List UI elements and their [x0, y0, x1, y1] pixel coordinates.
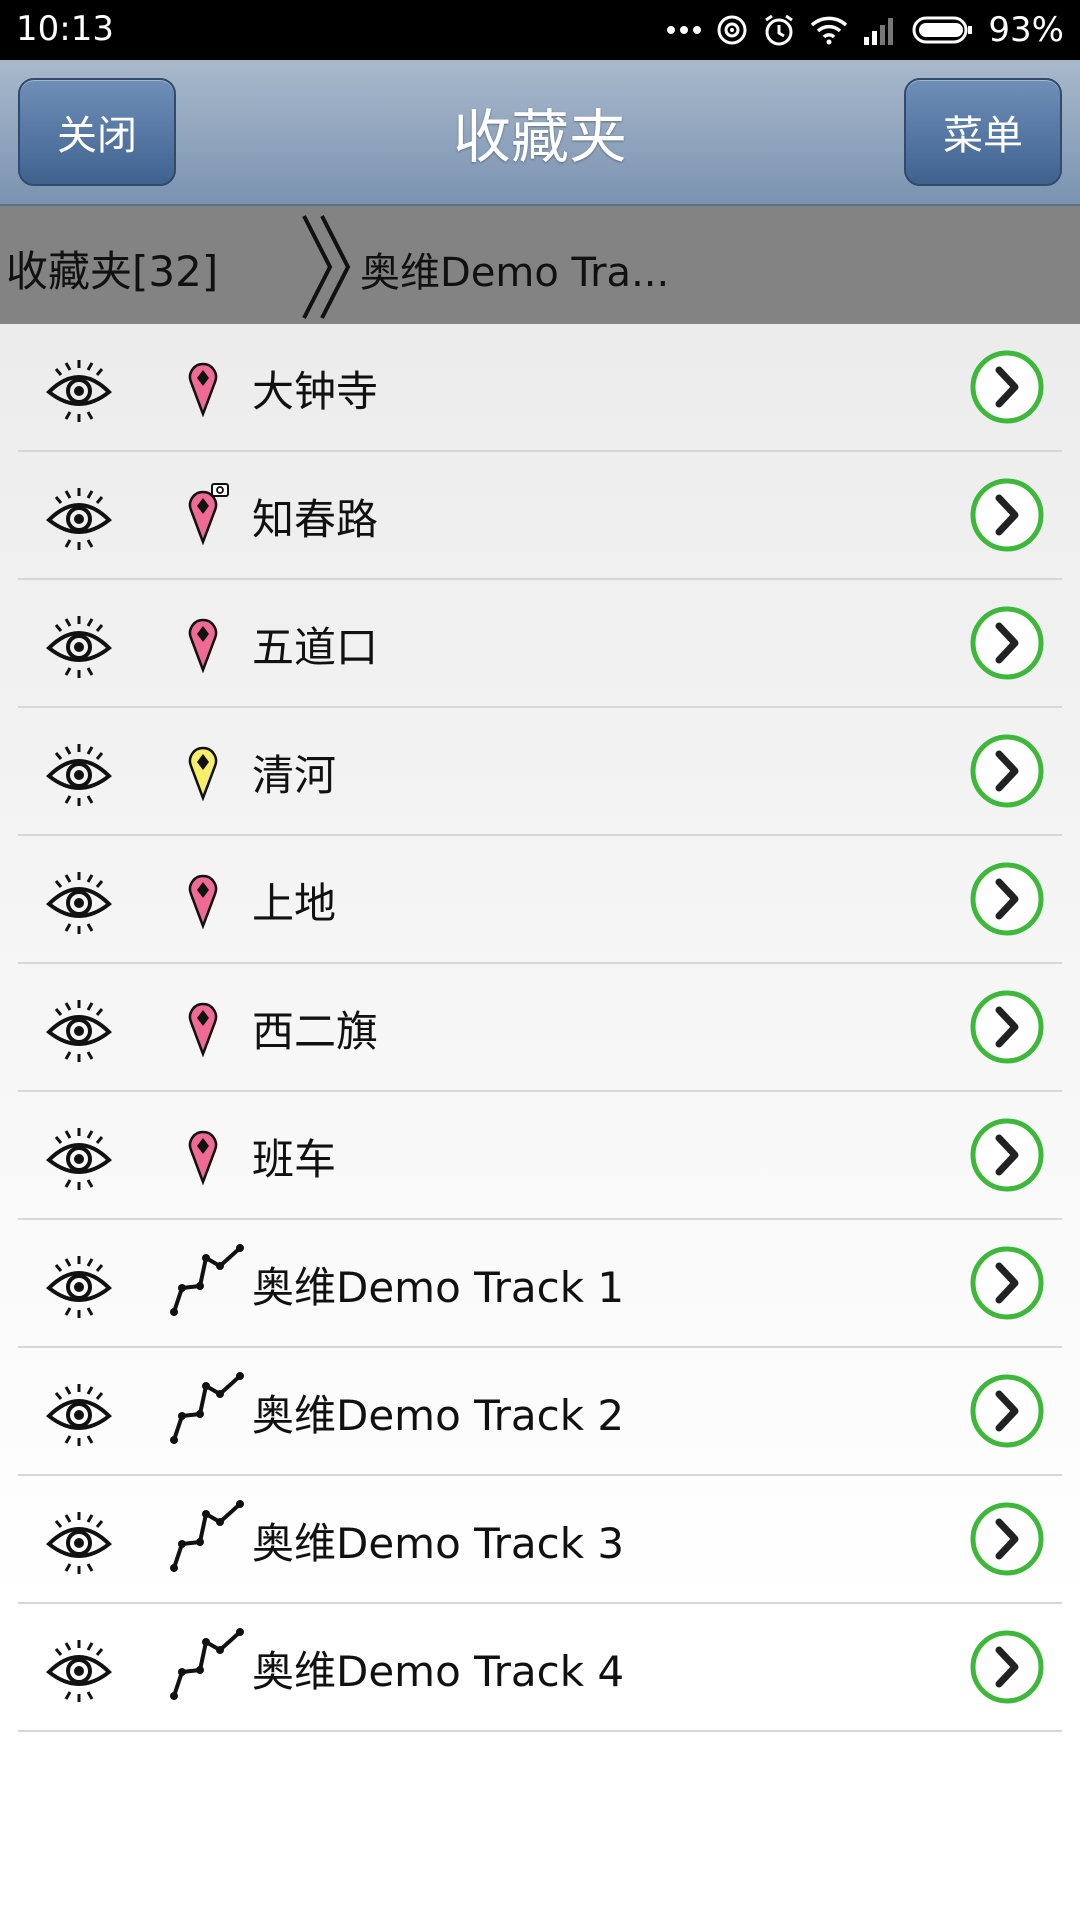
close-button[interactable]: 关闭 — [18, 78, 176, 186]
list-item[interactable]: 班车 — [18, 1092, 1062, 1220]
eye-icon[interactable] — [44, 738, 114, 812]
list-item[interactable]: 清河 — [18, 708, 1062, 836]
list-item[interactable]: 大钟寺 — [18, 324, 1062, 452]
chevron-right-icon[interactable] — [968, 732, 1046, 814]
eye-icon[interactable] — [44, 994, 114, 1068]
pin-icon — [168, 862, 238, 936]
pin-photo-icon — [168, 478, 238, 552]
status-icons: 93% — [666, 8, 1064, 52]
eye-icon[interactable] — [44, 1122, 114, 1196]
item-label: 知春路 — [252, 495, 379, 544]
title-bar: 收藏夹 关闭 菜单 — [0, 60, 1080, 206]
chevron-right-icon[interactable] — [968, 1116, 1046, 1198]
eye-icon[interactable] — [44, 1634, 114, 1708]
hotspot-icon — [716, 14, 748, 46]
breadcrumb-current: 奥维Demo Tra... — [360, 250, 670, 296]
wifi-icon — [810, 15, 848, 45]
battery-icon — [912, 15, 974, 45]
menu-button[interactable]: 菜单 — [904, 78, 1062, 186]
chevron-right-icon[interactable] — [968, 604, 1046, 686]
track-icon — [168, 1366, 248, 1450]
battery-percent: 93% — [988, 10, 1064, 50]
pin-icon — [168, 606, 238, 680]
list-item[interactable]: 奥维Demo Track 4 — [18, 1604, 1062, 1732]
item-label: 西二旗 — [252, 1007, 379, 1056]
pin-icon — [168, 990, 238, 1064]
eye-icon[interactable] — [44, 1506, 114, 1580]
chevron-right-icon[interactable] — [968, 988, 1046, 1070]
pin-icon — [168, 734, 238, 808]
item-label: 奥维Demo Track 4 — [252, 1647, 625, 1696]
eye-icon[interactable] — [44, 482, 114, 556]
item-label: 班车 — [252, 1135, 337, 1184]
breadcrumb-root[interactable]: 收藏夹[32] — [6, 238, 218, 299]
signal-icon — [862, 15, 898, 45]
list-item[interactable]: 奥维Demo Track 1 — [18, 1220, 1062, 1348]
chevron-right-icon[interactable] — [968, 860, 1046, 942]
item-label: 上地 — [252, 879, 337, 928]
track-icon — [168, 1238, 248, 1322]
item-label: 清河 — [252, 751, 337, 800]
alarm-icon — [762, 13, 796, 47]
item-label: 大钟寺 — [252, 367, 379, 416]
status-bar: 10:13 93% — [0, 0, 1080, 60]
chevron-right-icon[interactable] — [968, 1500, 1046, 1582]
breadcrumb-separator-icon — [300, 212, 356, 326]
list-item[interactable]: 奥维Demo Track 3 — [18, 1476, 1062, 1604]
chevron-right-icon[interactable] — [968, 348, 1046, 430]
list-item[interactable]: 知春路 — [18, 452, 1062, 580]
eye-icon[interactable] — [44, 610, 114, 684]
track-icon — [168, 1622, 248, 1706]
pin-icon — [168, 1118, 238, 1192]
chevron-right-icon[interactable] — [968, 1372, 1046, 1454]
favorites-list: 大钟寺知春路五道口清河上地西二旗班车奥维Demo Track 1 奥维Demo T… — [0, 324, 1080, 1748]
chevron-right-icon[interactable] — [968, 1244, 1046, 1326]
item-label: 奥维Demo Track 2 — [252, 1391, 625, 1440]
eye-icon[interactable] — [44, 1250, 114, 1324]
eye-icon[interactable] — [44, 1378, 114, 1452]
more-dots-icon — [666, 24, 702, 36]
list-item[interactable]: 奥维Demo Track 2 — [18, 1348, 1062, 1476]
list-item[interactable]: 五道口 — [18, 580, 1062, 708]
breadcrumb: 收藏夹[32] 奥维Demo Tra... — [0, 206, 1080, 324]
chevron-right-icon[interactable] — [968, 1628, 1046, 1710]
chevron-right-icon[interactable] — [968, 476, 1046, 558]
item-label: 五道口 — [252, 623, 379, 672]
list-item[interactable]: 上地 — [18, 836, 1062, 964]
item-label: 奥维Demo Track 3 — [252, 1519, 625, 1568]
eye-icon[interactable] — [44, 866, 114, 940]
item-label: 奥维Demo Track 1 — [252, 1263, 625, 1312]
list-item[interactable]: 西二旗 — [18, 964, 1062, 1092]
track-icon — [168, 1494, 248, 1578]
eye-icon[interactable] — [44, 354, 114, 428]
pin-icon — [168, 350, 238, 424]
status-time: 10:13 — [16, 9, 114, 49]
